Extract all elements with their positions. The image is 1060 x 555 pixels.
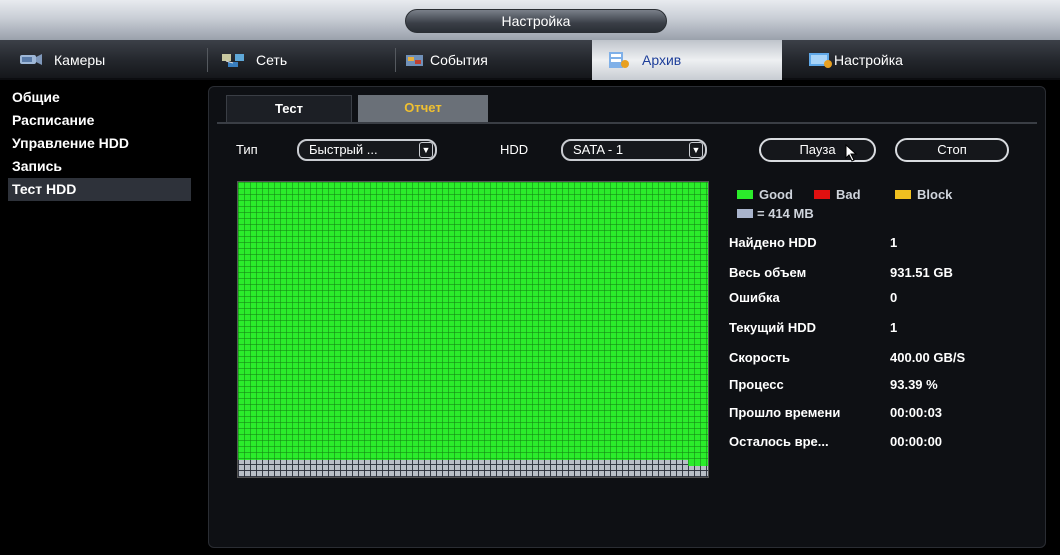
type-select-value: Быстрый ... — [309, 142, 378, 157]
block-swatch — [895, 190, 911, 199]
tab-network-label: Сеть — [256, 52, 288, 68]
tab-events[interactable]: События — [404, 40, 589, 80]
legend-good: Good — [737, 187, 793, 202]
sidebar-item-schedule[interactable]: Расписание — [8, 109, 191, 132]
tab-cameras[interactable]: Камеры — [18, 40, 198, 80]
good-swatch — [737, 190, 753, 199]
type-label: Тип — [236, 142, 258, 157]
hdd-block-map — [237, 181, 709, 478]
hdd-test-panel: Тест Отчет Тип Быстрый ... ▼ HDD SATA - … — [208, 86, 1046, 548]
tab-underline — [217, 122, 1037, 124]
hdd-select[interactable]: SATA - 1 ▼ — [561, 139, 707, 161]
chevron-down-icon: ▼ — [689, 142, 703, 158]
legend-bad: Bad — [814, 187, 861, 202]
tab-events-label: События — [430, 52, 488, 68]
sidebar-item-hdd-management[interactable]: Управление HDD — [8, 132, 191, 155]
info-hdd-found: Найдено HDD 1 — [729, 235, 898, 250]
tab-archive[interactable]: Архив — [592, 40, 782, 80]
info-remaining-time: Осталось вре... 00:00:00 — [729, 434, 943, 449]
info-errors: Ошибка 0 — [729, 290, 898, 305]
sidebar-item-general[interactable]: Общие — [8, 86, 191, 109]
tab-archive-label: Архив — [642, 52, 682, 68]
archive-icon — [606, 51, 632, 69]
legend-block-size: = 414 MB — [737, 206, 814, 221]
legend-block: Block — [895, 187, 952, 202]
camera-icon — [18, 51, 44, 69]
hdd-label: HDD — [500, 142, 529, 157]
stop-button[interactable]: Стоп — [895, 138, 1009, 162]
main-tab-bar: Камеры Сеть События Архив Настройка — [0, 40, 1060, 80]
tab-divider — [395, 48, 396, 72]
sidebar-item-record[interactable]: Запись — [8, 155, 191, 178]
info-current-hdd: Текущий HDD 1 — [729, 320, 898, 335]
tab-system-settings[interactable]: Настройка — [808, 40, 1008, 80]
tab-cameras-label: Камеры — [54, 52, 106, 68]
events-icon — [404, 51, 426, 69]
info-elapsed-time: Прошло времени 00:00:03 — [729, 405, 943, 420]
type-select[interactable]: Быстрый ... ▼ — [297, 139, 437, 161]
sidebar: Общие Расписание Управление HDD Запись Т… — [8, 86, 191, 548]
network-icon — [220, 51, 246, 69]
bad-swatch — [814, 190, 830, 199]
hdd-select-value: SATA - 1 — [573, 142, 624, 157]
mouse-cursor-icon — [845, 144, 858, 162]
tab-divider — [207, 48, 208, 72]
size-swatch — [737, 209, 753, 218]
chevron-down-icon: ▼ — [419, 142, 433, 158]
window-title: Настройка — [405, 9, 667, 33]
sidebar-item-hdd-test[interactable]: Тест HDD — [8, 178, 191, 201]
tab-test[interactable]: Тест — [226, 95, 352, 122]
system-settings-icon — [808, 51, 834, 69]
hdd-block-map-unscanned — [238, 460, 708, 477]
tab-network[interactable]: Сеть — [220, 40, 390, 80]
info-speed: Скорость 400.00 GB/S — [729, 350, 966, 365]
tab-report[interactable]: Отчет — [358, 95, 488, 122]
info-total-capacity: Весь объем 931.51 GB — [729, 265, 953, 280]
title-bar: Настройка — [0, 0, 1060, 40]
tab-system-settings-label: Настройка — [834, 52, 903, 68]
info-progress: Процесс 93.39 % — [729, 377, 938, 392]
hdd-block-map-current — [688, 460, 708, 466]
